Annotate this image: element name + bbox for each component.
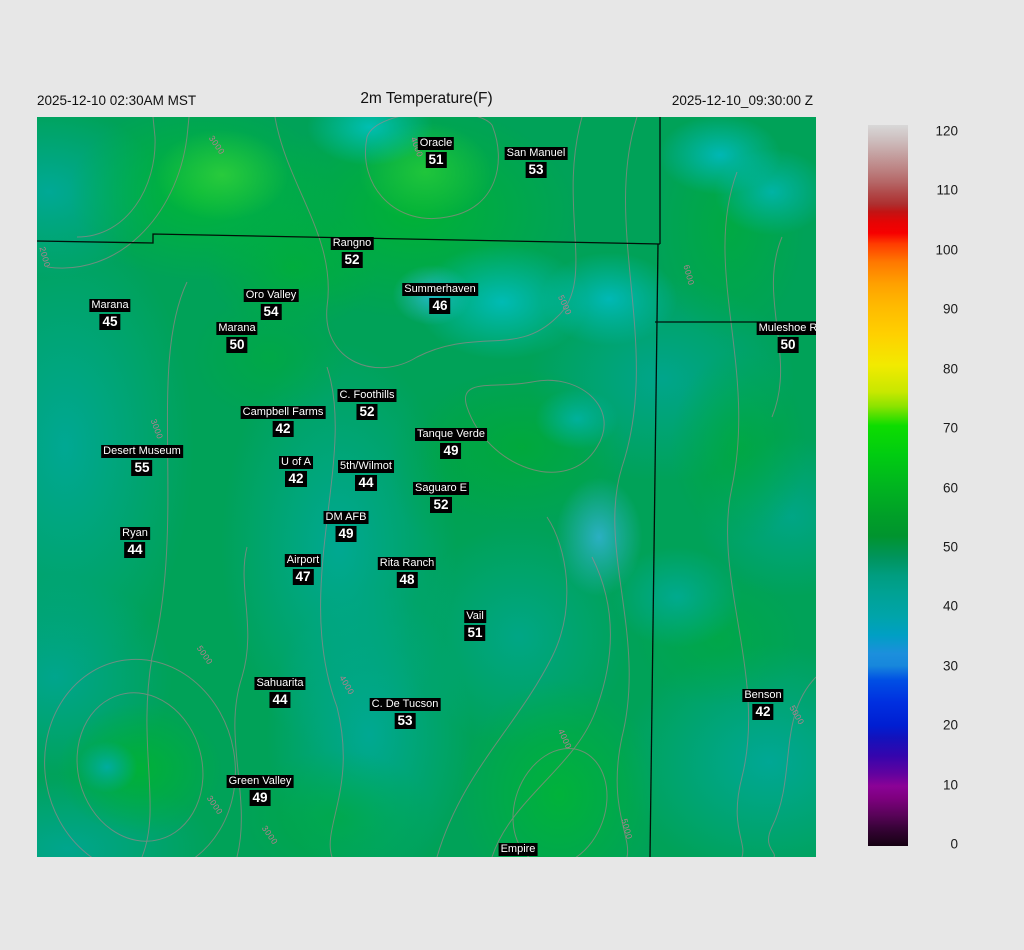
station-name: U of A [279,456,313,469]
timestamp-utc: 2025-12-10_09:30:00 Z [671,93,813,108]
station-value: 52 [341,252,363,268]
colorbar-tick-80: 80 [942,361,958,377]
weather-model-page: { "header": { "valid_local": "2025-12-10… [0,0,1024,950]
station-muleshoe-r: Muleshoe R 50 [756,322,816,353]
station-name: Ryan [120,527,150,540]
station-value: 51 [464,625,486,641]
station-ryan: Ryan 44 [120,527,150,558]
station-value: 54 [260,304,282,320]
station-c-foothills: C. Foothills 52 [337,389,397,420]
station-name: C. De Tucson [369,698,441,711]
station-name: Rangno [330,237,374,250]
station-name: Benson [742,689,784,702]
colorbar-tick-100: 100 [935,242,958,258]
colorbar-tick-90: 90 [942,301,958,317]
station-value: 49 [440,443,462,459]
station-value: 51 [425,152,447,168]
station-benson: Benson 42 [742,689,784,720]
colorbar-tick-20: 20 [942,717,958,733]
station-u-of-a: U of A 42 [279,456,313,487]
station-name: Muleshoe R [756,322,816,335]
station-rita-ranch: Rita Ranch 48 [377,557,437,588]
station-value: 48 [396,572,418,588]
station-name: San Manuel [504,147,568,160]
station-value: 42 [752,704,774,720]
station-name: Summerhaven [402,283,478,296]
colorbar-tick-10: 10 [942,777,958,793]
station-value: 44 [355,475,377,491]
station-oro-valley: Oro Valley 54 [243,289,299,320]
station-name: Marana [89,299,131,312]
station-value: 46 [429,298,451,314]
station-name: Empire [498,843,538,856]
station-value: 55 [131,460,153,476]
station-value: 44 [124,542,146,558]
station-name: Airport [284,554,322,567]
colorbar: 120 110 100 90 80 70 60 50 40 30 20 10 0 [868,123,998,852]
colorbar-gradient [868,125,908,846]
station-value: 49 [335,526,357,542]
colorbar-tick-40: 40 [942,598,958,614]
colorbar-tick-0: 0 [950,836,958,852]
station-oracle: Oracle 51 [417,137,455,168]
station-name: Oracle [417,137,455,150]
station-san-manuel: San Manuel 53 [504,147,568,178]
colorbar-tick-120: 120 [935,123,958,139]
station-saguaro-e: Saguaro E 52 [413,482,469,513]
station-name: C. Foothills [337,389,397,402]
station-5th-wilmot: 5th/Wilmot 44 [338,460,394,491]
station-name: Vail [464,610,486,623]
colorbar-tick-110: 110 [936,182,958,198]
station-marana: Marana 45 [89,299,131,330]
station-name: Marana [216,322,258,335]
colorbar-tick-50: 50 [942,539,958,555]
station-desert-museum: Desert Museum 55 [101,445,183,476]
station-name: 5th/Wilmot [338,460,394,473]
colorbar-tick-30: 30 [942,658,958,674]
station-value: 49 [249,790,271,806]
station-vail: Vail 51 [464,610,486,641]
station-name: DM AFB [323,511,369,524]
station-dm-afb: DM AFB 49 [323,511,369,542]
station-value: 53 [525,162,547,178]
station-value: 42 [272,421,294,437]
station-value: 52 [356,404,378,420]
station-value: 50 [226,337,248,353]
station-c-de-tucson: C. De Tucson 53 [369,698,441,729]
station-name: Sahuarita [254,677,306,690]
station-value: 42 [285,471,307,487]
station-name: Oro Valley [243,289,299,302]
station-name: Saguaro E [413,482,469,495]
station-value: 47 [292,569,314,585]
station-value: 50 [777,337,799,353]
station-name: Rita Ranch [377,557,437,570]
station-green-valley: Green Valley 49 [226,775,294,806]
temperature-map: 2000300040005000600030005000400030004000… [37,117,816,857]
station-name: Green Valley [226,775,294,788]
colorbar-tick-70: 70 [942,420,958,436]
station-summerhaven: Summerhaven 46 [402,283,478,314]
station-name: Tanque Verde [415,428,487,441]
colorbar-tick-60: 60 [942,480,958,495]
station-name: Desert Museum [101,445,183,458]
station-campbell-farms: Campbell Farms 42 [240,406,326,437]
station-tanque-verde: Tanque Verde 49 [415,428,487,459]
station-airport: Airport 47 [284,554,322,585]
station-sahuarita: Sahuarita 44 [254,677,306,708]
station-empire: Empire [498,843,538,856]
station-value: 45 [99,314,121,330]
station-value: 44 [269,692,291,708]
station-value: 52 [430,497,452,513]
station-rangno: Rangno 52 [330,237,374,268]
station-name: Campbell Farms [240,406,326,419]
station-marana: Marana 50 [216,322,258,353]
station-value: 53 [394,713,416,729]
